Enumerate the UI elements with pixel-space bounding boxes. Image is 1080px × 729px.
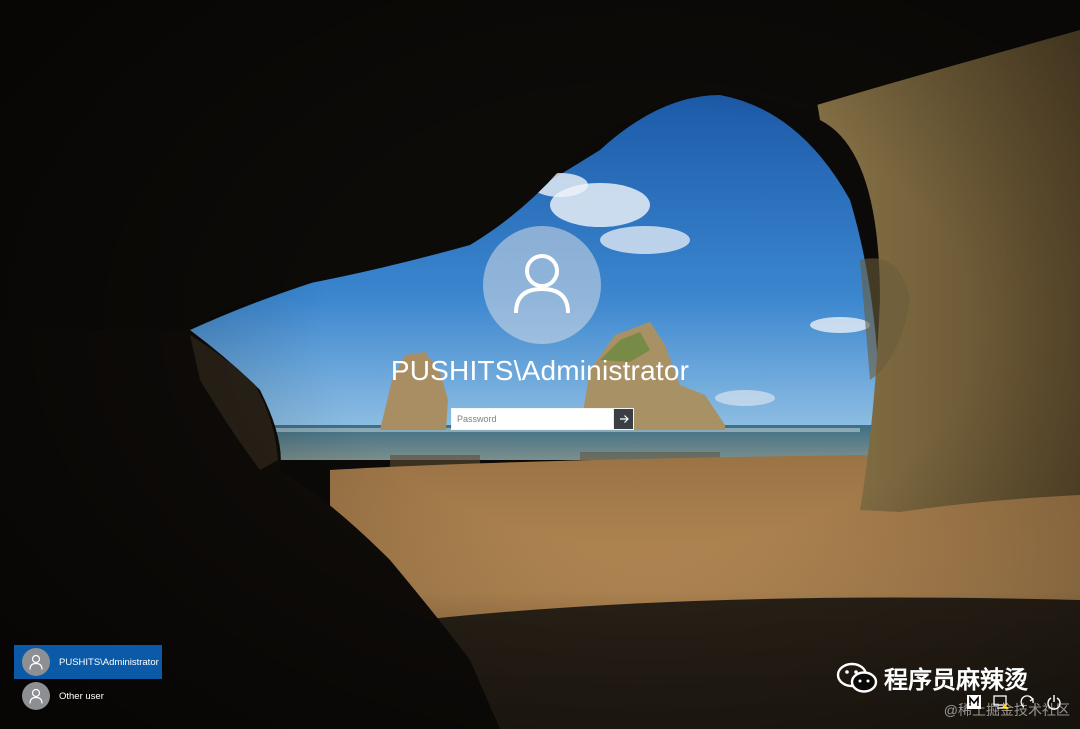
user-list-item-label: Other user (59, 690, 104, 702)
user-icon (22, 682, 50, 710)
password-input[interactable] (452, 409, 613, 429)
user-list-item-label: PUSHITS\Administrator (59, 656, 159, 668)
user-avatar-large (483, 226, 601, 344)
password-box (451, 408, 634, 430)
watermark-primary: 程序员麻辣烫 (836, 660, 1028, 695)
wechat-icon (836, 661, 878, 695)
user-list-item-other-user[interactable]: Other user (14, 679, 162, 713)
account-name: PUSHITS\Administrator (390, 355, 690, 386)
arrow-right-icon (619, 412, 629, 427)
submit-button[interactable] (613, 409, 633, 429)
watermark-secondary: @稀土掘金技术社区 (943, 702, 1070, 718)
user-switcher-list: PUSHITS\Administrator Other user (14, 645, 162, 713)
user-icon (513, 251, 571, 320)
user-icon (22, 648, 50, 676)
user-list-item-administrator[interactable]: PUSHITS\Administrator (14, 645, 162, 679)
watermark-primary-text: 程序员麻辣烫 (884, 667, 1028, 694)
